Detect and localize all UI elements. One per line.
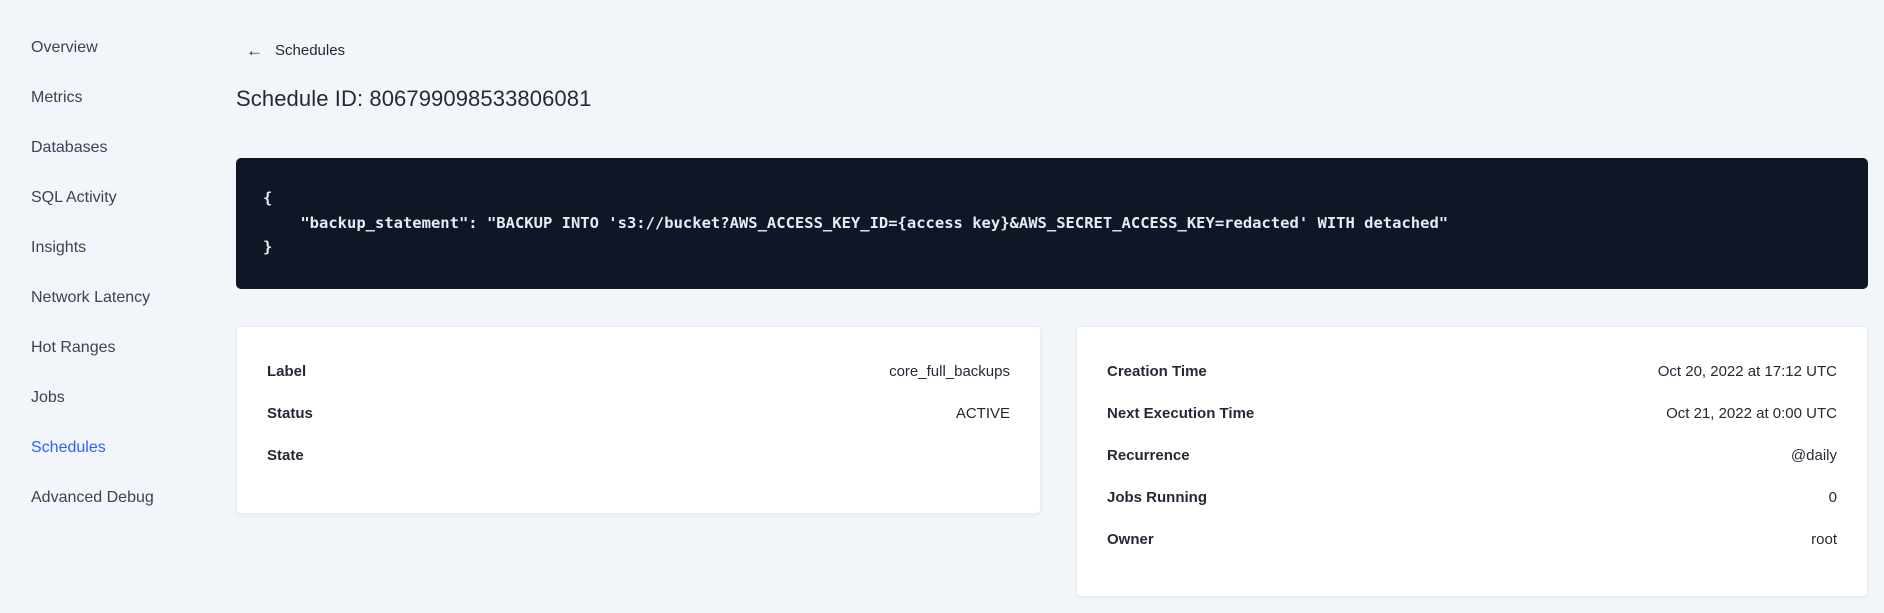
row-value: Oct 20, 2022 at 17:12 UTC (1657, 363, 1837, 380)
row-label: Recurrence (1107, 447, 1190, 464)
row-label: Owner (1107, 531, 1154, 548)
sidebar-item-advanced-debug[interactable]: Advanced Debug (31, 473, 236, 523)
back-link[interactable]: ← Schedules (246, 42, 345, 59)
row-label: Next Execution Time (1107, 405, 1255, 422)
sidebar: Overview Metrics Databases SQL Activity … (0, 0, 236, 613)
row-label: Label (267, 363, 307, 380)
sidebar-item-schedules[interactable]: Schedules (31, 423, 236, 473)
row-value: root (1811, 531, 1837, 548)
schedule-meta-card: Label core_full_backups Status ACTIVE St… (236, 325, 1041, 514)
sidebar-item-databases[interactable]: Databases (31, 123, 236, 173)
code-line: } (263, 238, 273, 256)
detail-row: Next Execution Time Oct 21, 2022 at 0:00… (1107, 393, 1837, 435)
row-label: Status (267, 405, 313, 422)
app-window: Overview Metrics Databases SQL Activity … (0, 0, 1884, 613)
sidebar-item-overview[interactable]: Overview (31, 23, 236, 73)
sidebar-item-hot-ranges[interactable]: Hot Ranges (31, 323, 236, 373)
detail-cards: Label core_full_backups Status ACTIVE St… (236, 325, 1868, 597)
main-content: ← Schedules Schedule ID: 806799098533806… (236, 0, 1884, 613)
sidebar-item-jobs[interactable]: Jobs (31, 373, 236, 423)
row-value: @daily (1790, 447, 1837, 464)
schedule-definition-code-block: { "backup_statement": "BACKUP INTO 's3:/… (236, 158, 1868, 289)
sidebar-item-sql-activity[interactable]: SQL Activity (31, 173, 236, 223)
row-value: 0 (1828, 489, 1837, 506)
code-line: "backup_statement": "BACKUP INTO 's3://b… (263, 213, 1449, 232)
row-value: core_full_backups (889, 363, 1010, 380)
row-label: State (267, 447, 304, 464)
sidebar-item-network-latency[interactable]: Network Latency (31, 273, 236, 323)
sidebar-item-insights[interactable]: Insights (31, 223, 236, 273)
sidebar-item-metrics[interactable]: Metrics (31, 73, 236, 123)
row-label: Creation Time (1107, 363, 1207, 380)
detail-row: Creation Time Oct 20, 2022 at 17:12 UTC (1107, 351, 1837, 393)
detail-row: Recurrence @daily (1107, 435, 1837, 477)
detail-row: Label core_full_backups (267, 351, 1010, 393)
code-line: { (263, 189, 273, 207)
row-value: Oct 21, 2022 at 0:00 UTC (1666, 405, 1837, 422)
schedule-timing-card: Creation Time Oct 20, 2022 at 17:12 UTC … (1076, 325, 1868, 597)
detail-row: State (267, 435, 1010, 477)
row-value: ACTIVE (955, 405, 1010, 422)
row-label: Jobs Running (1107, 489, 1207, 506)
detail-row: Status ACTIVE (267, 393, 1010, 435)
back-link-label: Schedules (275, 42, 346, 59)
page-title: Schedule ID: 806799098533806081 (236, 86, 592, 111)
detail-row: Jobs Running 0 (1107, 477, 1837, 519)
back-arrow-icon: ← (246, 41, 263, 60)
detail-row: Owner root (1107, 519, 1837, 561)
